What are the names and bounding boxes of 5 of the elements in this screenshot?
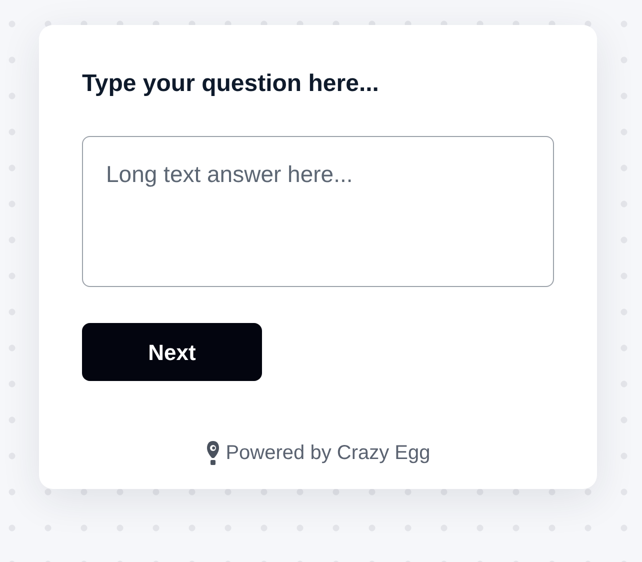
next-button[interactable]: Next [82,323,262,382]
answer-box[interactable]: Long text answer here... [82,136,554,288]
powered-by-text: Powered by Crazy Egg [226,441,430,466]
balloon-icon [206,440,220,466]
question-title: Type your question here... [82,69,380,99]
